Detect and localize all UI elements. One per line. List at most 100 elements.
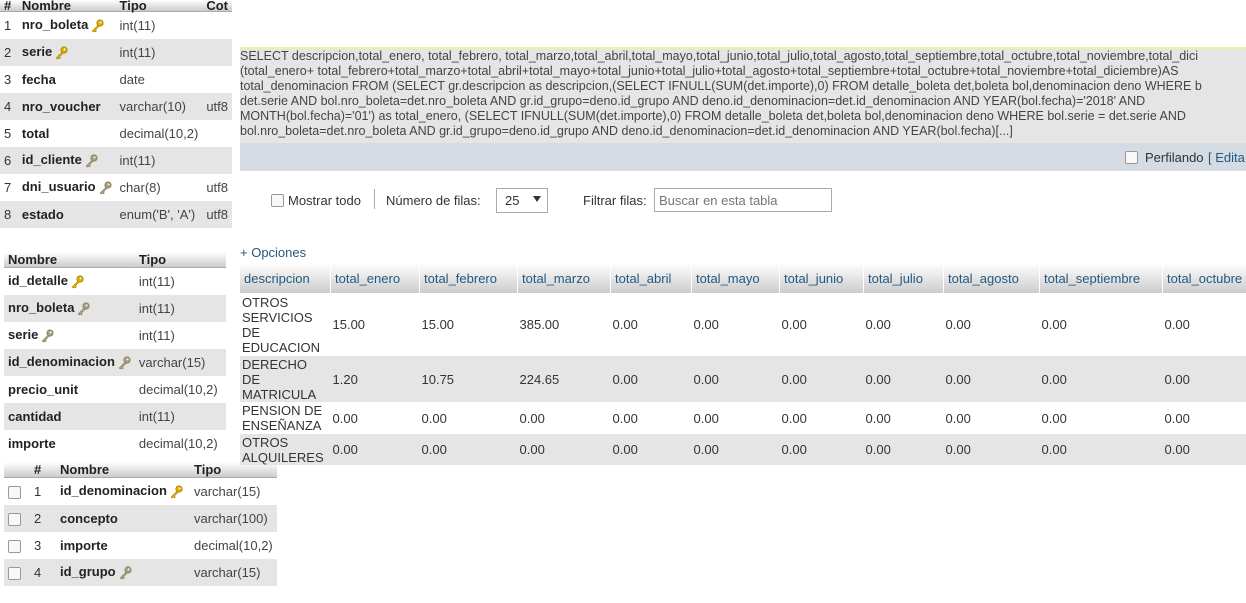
value-cell[interactable]: 0.00 [943, 434, 1040, 465]
profiling-checkbox[interactable] [1125, 151, 1138, 164]
column-header-number[interactable]: # [30, 462, 56, 478]
value-cell[interactable]: 0.00 [1162, 402, 1246, 434]
column-header-type[interactable]: Tipo [115, 0, 203, 12]
column-header-total-mayo[interactable]: total_mayo [691, 263, 780, 293]
table-row[interactable]: 2 serie int(11) [0, 38, 232, 66]
value-cell[interactable]: 15.00 [330, 293, 420, 356]
column-header-total-septiembre[interactable]: total_septiembre [1039, 263, 1163, 293]
value-cell[interactable]: 1.20 [330, 356, 420, 402]
value-cell[interactable]: 0.00 [943, 356, 1040, 402]
value-cell[interactable]: 0.00 [419, 434, 518, 465]
table-row[interactable]: 6 id_cliente int(11) [0, 146, 232, 174]
column-header-name[interactable]: Nombre [56, 462, 190, 478]
value-cell[interactable]: 0.00 [863, 434, 944, 465]
value-cell[interactable]: 0.00 [1162, 293, 1246, 356]
column-header-total-junio[interactable]: total_junio [779, 263, 864, 293]
value-cell[interactable]: 0.00 [691, 434, 780, 465]
value-cell[interactable]: 0.00 [779, 402, 864, 434]
table-row[interactable]: 2 concepto varchar(100) [4, 504, 277, 532]
value-cell[interactable]: 0.00 [610, 356, 692, 402]
filter-rows-input[interactable] [654, 188, 832, 212]
value-cell[interactable]: 0.00 [1039, 402, 1163, 434]
table-row[interactable]: precio_unit decimal(10,2) [4, 375, 226, 403]
value-cell[interactable]: 0.00 [779, 293, 864, 356]
column-header-type[interactable]: Tipo [134, 252, 226, 268]
value-cell[interactable]: 0.00 [779, 434, 864, 465]
table-row[interactable]: importe decimal(10,2) [4, 429, 226, 457]
column-header-total-marzo[interactable]: total_marzo [517, 263, 611, 293]
row-checkbox[interactable] [8, 539, 21, 553]
value-cell[interactable]: 0.00 [610, 402, 692, 434]
value-cell[interactable]: 0.00 [863, 293, 944, 356]
profiling-label[interactable]: Perfilando [1145, 150, 1204, 165]
column-header-number[interactable]: # [0, 0, 18, 12]
table-row[interactable]: OTROS SERVICIOS DE EDUCACION 15.00 15.00 385.0… [240, 293, 1246, 356]
table-row[interactable]: 3 importe decimal(10,2) [4, 531, 277, 559]
table-row[interactable]: nro_boleta int(11) [4, 294, 226, 322]
column-header-descripcion[interactable]: descripcion [240, 263, 331, 293]
value-cell[interactable]: 0.00 [1162, 434, 1246, 465]
value-cell[interactable]: 0.00 [610, 293, 692, 356]
column-header-total-febrero[interactable]: total_febrero [419, 263, 518, 293]
row-checkbox[interactable] [8, 566, 21, 580]
table-row[interactable]: PENSION DE ENSEÑANZA 0.00 0.00 0.00 0.00 0.00 0… [240, 402, 1246, 434]
column-header-total-enero[interactable]: total_enero [330, 263, 420, 293]
table-row[interactable]: OTROS ALQUILERES 0.00 0.00 0.00 0.00 0.00 0.00 0… [240, 434, 1246, 465]
column-header-collation[interactable]: Cot [202, 0, 232, 12]
column-name: serie [8, 327, 39, 343]
descripcion-cell[interactable]: OTROS ALQUILERES [240, 434, 331, 465]
value-cell[interactable]: 0.00 [1039, 293, 1163, 356]
value-cell[interactable]: 0.00 [419, 402, 518, 434]
table-row[interactable]: 4 nro_voucher varchar(10) utf8 [0, 92, 232, 120]
edit-query-link[interactable]: [ Edita [1208, 150, 1245, 165]
value-cell[interactable]: 0.00 [691, 293, 780, 356]
show-all-label[interactable]: Mostrar todo [288, 193, 361, 208]
value-cell[interactable]: 0.00 [517, 434, 611, 465]
table-row[interactable]: 1 id_denominacion varchar(15) [4, 477, 277, 505]
column-header-name[interactable]: Nombre [4, 252, 135, 268]
table-row[interactable]: DERECHO DE MATRICULA 1.20 10.75 224.65 0.00 0.0… [240, 356, 1246, 402]
value-cell[interactable]: 0.00 [691, 356, 780, 402]
value-cell[interactable]: 0.00 [330, 402, 420, 434]
descripcion-cell[interactable]: OTROS SERVICIOS DE EDUCACION [240, 293, 331, 356]
table-row[interactable]: cantidad int(11) [4, 402, 226, 430]
table-row[interactable]: serie int(11) [4, 321, 226, 349]
value-cell[interactable]: 0.00 [943, 293, 1040, 356]
table-row[interactable]: 1 nro_boleta int(11) [0, 11, 232, 39]
descripcion-cell[interactable]: DERECHO DE MATRICULA [240, 356, 331, 402]
table-row[interactable]: 4 id_grupo varchar(15) [4, 558, 277, 586]
value-cell[interactable]: 0.00 [1039, 434, 1163, 465]
column-header-total-abril[interactable]: total_abril [610, 263, 692, 293]
table-row[interactable]: id_detalle int(11) [4, 267, 226, 295]
value-cell[interactable]: 0.00 [1162, 356, 1246, 402]
column-header-name[interactable]: Nombre [17, 0, 116, 12]
value-cell[interactable]: 385.00 [517, 293, 611, 356]
row-checkbox[interactable] [8, 485, 21, 499]
value-cell[interactable]: 0.00 [330, 434, 420, 465]
rows-count-select[interactable]: 25 [496, 188, 548, 213]
value-cell[interactable]: 0.00 [691, 402, 780, 434]
table-row[interactable]: 7 dni_usuario char(8) utf8 [0, 173, 232, 201]
value-cell[interactable]: 0.00 [863, 356, 944, 402]
show-all-checkbox[interactable] [271, 194, 284, 207]
table-row[interactable]: 5 total decimal(10,2) [0, 119, 232, 147]
column-header-total-agosto[interactable]: total_agosto [943, 263, 1040, 293]
value-cell[interactable]: 0.00 [610, 434, 692, 465]
descripcion-cell[interactable]: PENSION DE ENSEÑANZA [240, 402, 331, 434]
value-cell[interactable]: 0.00 [943, 402, 1040, 434]
table-row[interactable]: id_denominacion varchar(15) [4, 348, 226, 376]
value-cell[interactable]: 0.00 [517, 402, 611, 434]
value-cell[interactable]: 0.00 [779, 356, 864, 402]
table-row[interactable]: 3 fecha date [0, 65, 232, 93]
table-row[interactable]: 8 estado enum('B', 'A') utf8 [0, 200, 232, 228]
value-cell[interactable]: 10.75 [419, 356, 518, 402]
column-header-total-octubre[interactable]: total_octubre [1162, 263, 1246, 293]
value-cell[interactable]: 15.00 [419, 293, 518, 356]
value-cell[interactable]: 224.65 [517, 356, 611, 402]
value-cell[interactable]: 0.00 [863, 402, 944, 434]
column-header-total-julio[interactable]: total_julio [863, 263, 944, 293]
row-checkbox[interactable] [8, 512, 21, 526]
value-cell[interactable]: 0.00 [1039, 356, 1163, 402]
sql-query-box[interactable]: SELECT descripcion,total_enero, total_fe… [240, 47, 1246, 145]
options-link[interactable]: + Opciones [240, 245, 306, 260]
